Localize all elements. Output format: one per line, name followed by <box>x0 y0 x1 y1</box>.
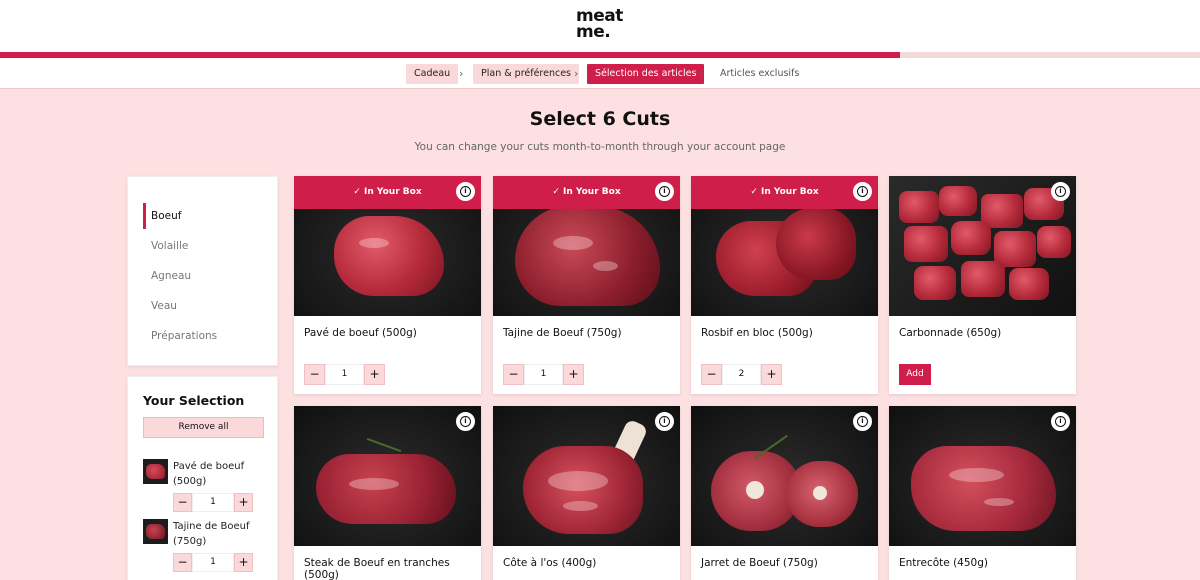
selection-item: Tajine de Boeuf (750g) − 1 + <box>143 519 268 579</box>
decrease-button[interactable]: − <box>304 364 325 385</box>
info-icon[interactable]: i <box>1051 412 1070 431</box>
product-image <box>493 406 680 546</box>
increase-button[interactable]: + <box>761 364 782 385</box>
decrease-button[interactable]: − <box>173 553 192 572</box>
in-your-box-label: In Your Box <box>761 187 819 197</box>
category-item-agneau[interactable]: Agneau <box>143 263 263 289</box>
decrease-button[interactable]: − <box>701 364 722 385</box>
selection-item-thumbnail <box>143 459 168 484</box>
info-icon[interactable]: i <box>655 182 674 201</box>
category-item-preparations[interactable]: Préparations <box>143 323 263 349</box>
product-image <box>691 406 878 546</box>
product-name: Rosbif en bloc (500g) <box>701 327 813 339</box>
breadcrumb-step-plan[interactable]: Plan & préférences <box>473 64 579 84</box>
product-name: Jarret de Boeuf (750g) <box>701 557 818 569</box>
site-header: meat me. <box>0 0 1200 52</box>
category-item-boeuf[interactable]: Boeuf <box>143 203 263 229</box>
logo-line-2: me. <box>576 22 611 42</box>
breadcrumb-step-selection[interactable]: Sélection des articles <box>587 64 705 84</box>
page-title: Select 6 Cuts <box>529 108 671 130</box>
decrease-button[interactable]: − <box>503 364 524 385</box>
selection-item-name: Tajine de Boeuf (750g) <box>173 521 250 547</box>
in-your-box-label: In Your Box <box>563 187 621 197</box>
check-icon: ✓ <box>552 187 560 197</box>
product-name: Pavé de boeuf (500g) <box>304 327 417 339</box>
quantity-stepper: − 1 + <box>173 553 254 572</box>
quantity-value[interactable]: 1 <box>192 493 234 512</box>
selection-title: Your Selection <box>143 393 245 408</box>
info-icon[interactable]: i <box>456 412 475 431</box>
product-image <box>889 406 1076 546</box>
selection-item: Pavé de boeuf (500g) − 1 + <box>143 459 268 519</box>
product-name: Carbonnade (650g) <box>899 327 1002 339</box>
check-icon: ✓ <box>353 187 361 197</box>
quantity-stepper: − 1 + <box>304 364 385 385</box>
breadcrumb-step-exclusifs[interactable]: Articles exclusifs <box>712 64 807 84</box>
info-icon[interactable]: i <box>853 182 872 201</box>
product-image <box>294 406 481 546</box>
category-item-volaille[interactable]: Volaille <box>143 233 263 259</box>
product-name: Entrecôte (450g) <box>899 557 988 569</box>
product-name: Tajine de Boeuf (750g) <box>503 327 622 339</box>
decrease-button[interactable]: − <box>173 493 192 512</box>
quantity-stepper: − 2 + <box>701 364 782 385</box>
breadcrumb: Cadeau › Plan & préférences › Sélection … <box>0 58 1200 89</box>
in-your-box-label: In Your Box <box>364 187 422 197</box>
selection-item-name: Pavé de boeuf (500g) <box>173 461 245 487</box>
remove-all-button[interactable]: Remove all <box>143 417 264 438</box>
info-icon[interactable]: i <box>655 412 674 431</box>
info-icon[interactable]: i <box>853 412 872 431</box>
quantity-value[interactable]: 1 <box>325 364 364 385</box>
product-name: Steak de Boeuf en tranches (500g) <box>304 557 450 580</box>
product-card: i Jarret de Boeuf (750g) <box>691 406 878 580</box>
page-subtitle: You can change your cuts month-to-month … <box>414 141 786 153</box>
increase-button[interactable]: + <box>234 553 253 572</box>
increase-button[interactable]: + <box>234 493 253 512</box>
brand-logo[interactable]: meat me. <box>576 8 636 42</box>
in-your-box-banner: ✓ In Your Box <box>493 176 680 209</box>
add-button[interactable]: Add <box>899 364 931 385</box>
quantity-stepper: − 1 + <box>173 493 254 512</box>
product-name: Côte à l'os (400g) <box>503 557 597 569</box>
info-icon[interactable]: i <box>1051 182 1070 201</box>
category-nav: Boeuf Volaille Agneau Veau Préparations <box>127 176 278 366</box>
quantity-value[interactable]: 2 <box>722 364 761 385</box>
selection-panel: Your Selection Remove all Pavé de boeuf … <box>127 376 278 580</box>
selection-item-thumbnail <box>143 519 168 544</box>
quantity-value[interactable]: 1 <box>192 553 234 572</box>
product-card: ✓ In Your Box i Tajine de Boeuf (750g) −… <box>493 176 680 394</box>
chevron-right-icon: › <box>699 67 704 80</box>
product-card: i Entrecôte (450g) <box>889 406 1076 580</box>
increase-button[interactable]: + <box>364 364 385 385</box>
product-image <box>889 176 1076 316</box>
in-your-box-banner: ✓ In Your Box <box>294 176 481 209</box>
quantity-stepper: − 1 + <box>503 364 584 385</box>
breadcrumb-step-cadeau[interactable]: Cadeau <box>406 64 459 84</box>
category-item-veau[interactable]: Veau <box>143 293 263 319</box>
product-card: i Côte à l'os (400g) <box>493 406 680 580</box>
chevron-right-icon: › <box>574 67 579 80</box>
increase-button[interactable]: + <box>563 364 584 385</box>
in-your-box-banner: ✓ In Your Box <box>691 176 878 209</box>
product-card: i Carbonnade (650g) Add <box>889 176 1076 394</box>
product-card: ✓ In Your Box i Rosbif en bloc (500g) − … <box>691 176 878 394</box>
product-card: ✓ In Your Box i Pavé de boeuf (500g) − 1… <box>294 176 481 394</box>
info-icon[interactable]: i <box>456 182 475 201</box>
quantity-value[interactable]: 1 <box>524 364 563 385</box>
check-icon: ✓ <box>750 187 758 197</box>
product-card: i Steak de Boeuf en tranches (500g) <box>294 406 481 580</box>
chevron-right-icon: › <box>459 67 464 80</box>
